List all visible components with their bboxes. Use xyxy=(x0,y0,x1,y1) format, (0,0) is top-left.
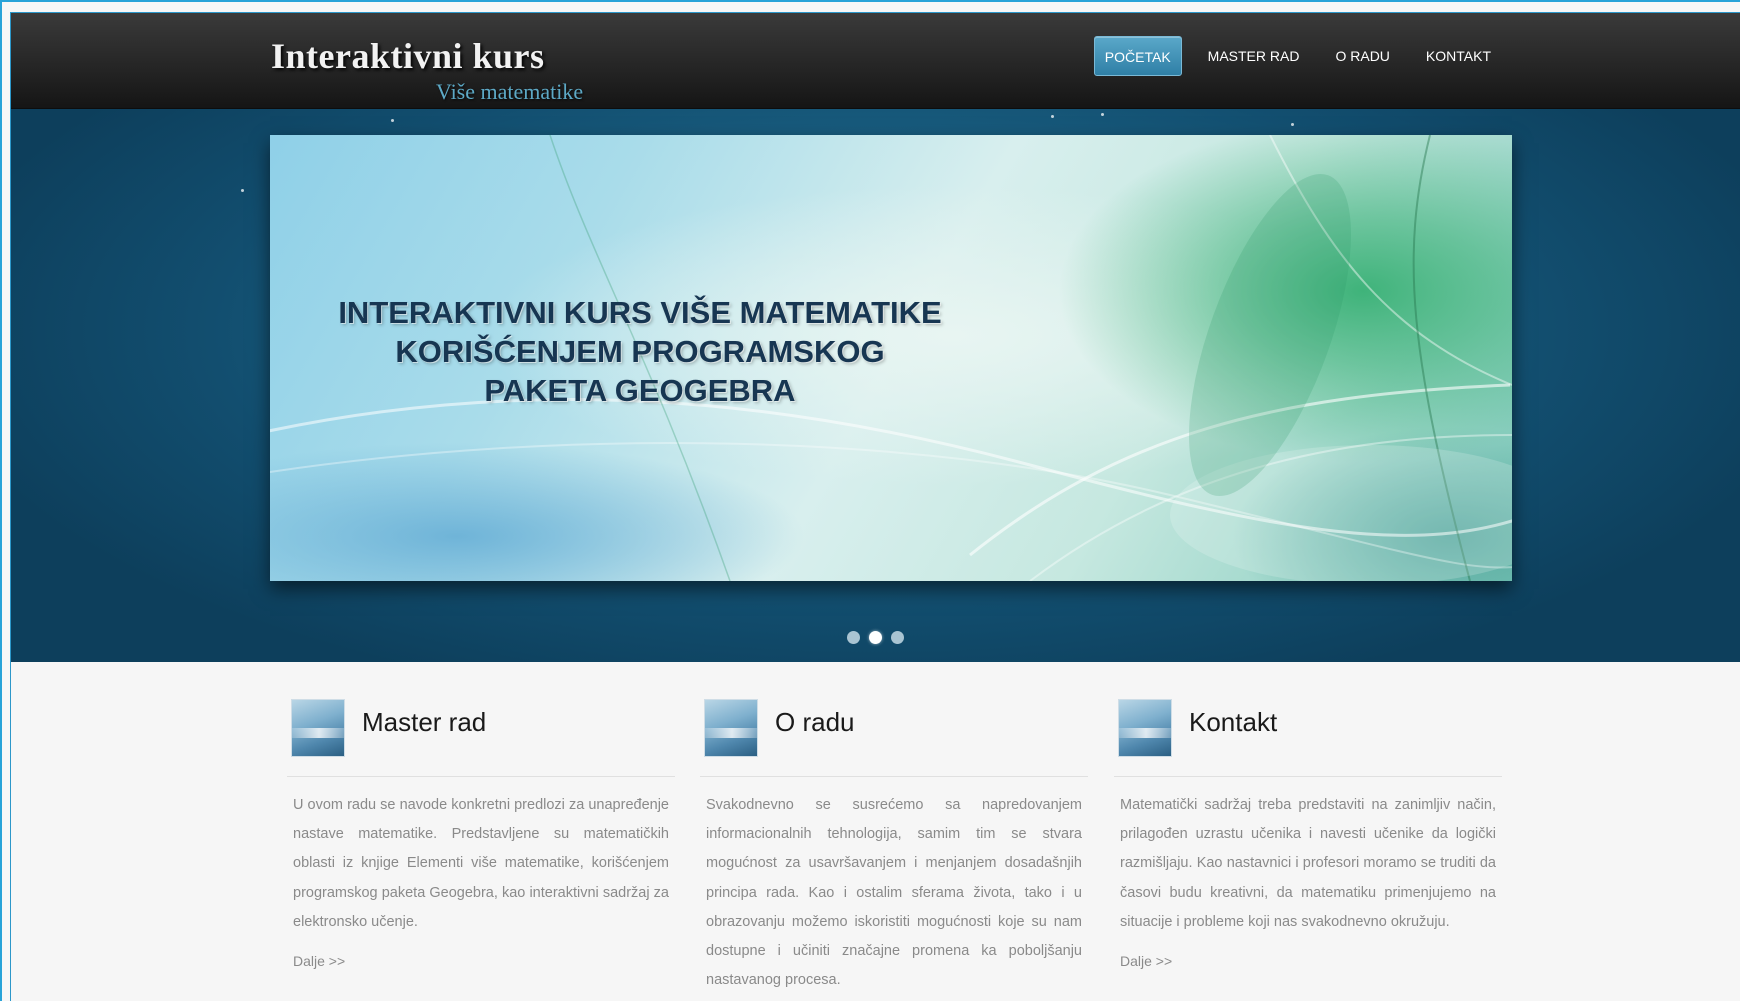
slide-headline-line: INTERAKTIVNI KURS VIŠE MATEMATIKE xyxy=(338,295,942,330)
slide-image[interactable]: INTERAKTIVNI KURS VIŠE MATEMATIKE KORIŠĆ… xyxy=(270,135,1512,581)
column-kontakt: Kontakt Matematički sadržaj treba predst… xyxy=(1114,699,1502,969)
slide-headline: INTERAKTIVNI KURS VIŠE MATEMATIKE KORIŠĆ… xyxy=(330,293,950,410)
slide-headline-line: KORIŠĆENJEM PROGRAMSKOG xyxy=(395,334,885,369)
slider-dot-2[interactable] xyxy=(869,631,882,644)
column-title[interactable]: Kontakt xyxy=(1189,707,1277,738)
column-text: Svakodnevno se susrećemo sa napredovanje… xyxy=(706,797,1082,989)
slider-dot-1[interactable] xyxy=(847,631,860,644)
content-area: Master rad U ovom radu se navode konkret… xyxy=(11,662,1740,1001)
page: Interaktivni kurs Više matematike POČETA… xyxy=(10,12,1740,1001)
column-text: Matematički sadržaj treba predstaviti na… xyxy=(1120,797,1496,930)
column-title[interactable]: Master rad xyxy=(362,707,486,738)
column-thumbnail xyxy=(704,699,758,757)
site-header: Interaktivni kurs Više matematike POČETA… xyxy=(11,13,1740,109)
column-text: U ovom radu se navode konkretni predlozi… xyxy=(293,797,669,930)
nav-item-o-radu[interactable]: O RADU xyxy=(1317,36,1407,76)
sparkle xyxy=(1101,113,1104,116)
read-more-link[interactable]: Dalje >> xyxy=(287,937,675,969)
slider-dot-3[interactable] xyxy=(891,631,904,644)
nav-item-master-rad[interactable]: MASTER RAD xyxy=(1190,36,1318,76)
sparkle xyxy=(391,119,394,122)
sparkle xyxy=(1051,115,1054,118)
column-header: O radu xyxy=(700,699,1088,777)
slide-headline-line: PAKETA GEOGEBRA xyxy=(484,373,796,408)
column-master-rad: Master rad U ovom radu se navode konkret… xyxy=(287,699,675,969)
column-header: Master rad xyxy=(287,699,675,777)
read-more-link[interactable]: Dalje >> xyxy=(1114,937,1502,969)
logo-title: Interaktivni kurs xyxy=(271,36,545,76)
logo-subtitle: Više matematike xyxy=(436,79,584,104)
column-title[interactable]: O radu xyxy=(775,707,855,738)
nav-item-pocetak[interactable]: POČETAK xyxy=(1093,36,1182,76)
sparkle xyxy=(241,189,244,192)
slider-pagination xyxy=(847,631,904,644)
sparkle xyxy=(1291,123,1294,126)
nav-item-kontakt[interactable]: KONTAKT xyxy=(1408,36,1509,76)
column-o-radu: O radu Svakodnevno se susrećemo sa napre… xyxy=(700,699,1088,995)
hero-slider: INTERAKTIVNI KURS VIŠE MATEMATIKE KORIŠĆ… xyxy=(11,109,1740,662)
column-thumbnail xyxy=(1118,699,1172,757)
site-logo[interactable]: Interaktivni kurs Više matematike xyxy=(271,35,631,105)
column-header: Kontakt xyxy=(1114,699,1502,777)
main-nav: POČETAK MASTER RAD O RADU KONTAKT xyxy=(1093,36,1509,76)
column-thumbnail xyxy=(291,699,345,757)
browser-frame: Interaktivni kurs Više matematike POČETA… xyxy=(0,0,1740,1001)
